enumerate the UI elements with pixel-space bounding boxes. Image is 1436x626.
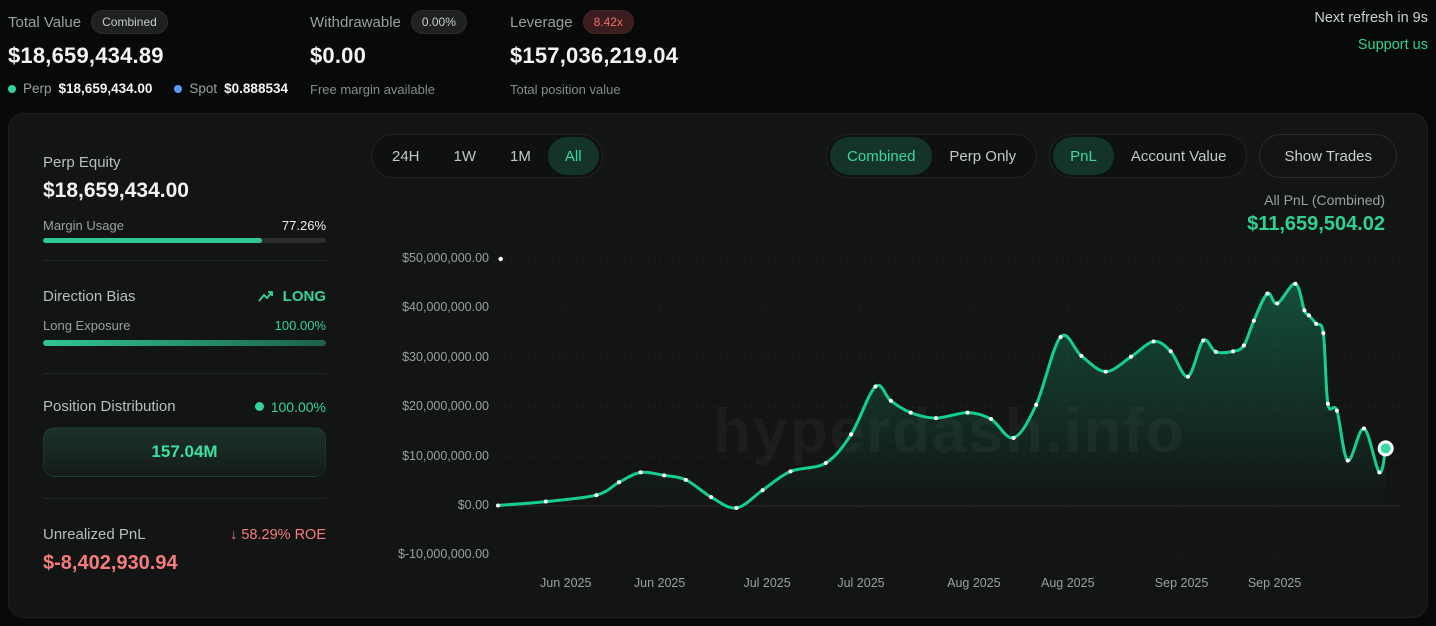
- stats-sidebar: Perp Equity $18,659,434.00 Margin Usage …: [43, 114, 326, 617]
- y-tick-label: $20,000,000.00: [369, 399, 489, 413]
- combined-badge: Combined: [91, 10, 168, 34]
- position-distribution-label: Position Distribution: [43, 398, 176, 415]
- toggle-combined[interactable]: Combined: [830, 137, 932, 175]
- direction-bias-value: LONG: [283, 288, 326, 305]
- x-tick-label: Sep 2025: [1137, 576, 1227, 590]
- leverage-label: Leverage: [510, 14, 573, 31]
- y-tick-label: $-10,000,000.00: [369, 547, 489, 561]
- toggle-pnl[interactable]: PnL: [1053, 137, 1114, 175]
- pnl-summary-label: All PnL (Combined): [1247, 192, 1385, 208]
- x-tick-label: Jul 2025: [816, 576, 906, 590]
- margin-usage-fill: [43, 238, 262, 243]
- spot-label: Spot: [189, 81, 217, 96]
- mode-selector: CombinedPerp Only: [826, 134, 1037, 178]
- long-exposure-bar: [43, 340, 326, 346]
- range-24h[interactable]: 24H: [375, 137, 437, 175]
- leverage-block: Leverage 8.42x $157,036,219.04 Total pos…: [510, 10, 678, 97]
- toggle-account-value[interactable]: Account Value: [1114, 137, 1244, 175]
- withdrawable-value: $0.00: [310, 43, 467, 69]
- divider: [43, 498, 326, 499]
- direction-bias-value-wrap: LONG: [258, 288, 326, 305]
- support-us-link[interactable]: Support us: [1188, 37, 1428, 53]
- margin-usage-label: Margin Usage: [43, 218, 124, 233]
- perp-equity-value: $18,659,434.00: [43, 179, 189, 203]
- dashboard-card: Perp Equity $18,659,434.00 Margin Usage …: [8, 113, 1428, 618]
- long-exposure-fill: [43, 340, 326, 346]
- perp-equity-label: Perp Equity: [43, 154, 189, 171]
- pnl-chart: hyperdash.info $50,000,000.00$40,000,000…: [369, 244, 1429, 599]
- range-1w[interactable]: 1W: [437, 137, 494, 175]
- y-tick-label: $10,000,000.00: [369, 449, 489, 463]
- position-distribution-value-wrap: 100.00%: [255, 399, 326, 415]
- x-tick-label: Jul 2025: [722, 576, 812, 590]
- y-tick-label: $40,000,000.00: [369, 300, 489, 314]
- unrealized-pnl-value: $-8,402,930.94: [43, 552, 178, 575]
- total-value: $18,659,434.89: [8, 43, 288, 69]
- trend-up-icon: [258, 290, 276, 304]
- position-size-box: 157.04M: [43, 427, 326, 477]
- x-tick-label: Jun 2025: [615, 576, 705, 590]
- withdrawable-badge: 0.00%: [411, 10, 467, 34]
- top-header: Total Value Combined $18,659,434.89 Perp…: [0, 0, 1436, 113]
- spot-dot-icon: [174, 85, 182, 93]
- perp-dot-icon: [8, 85, 16, 93]
- pnl-area-chart[interactable]: [369, 244, 1429, 599]
- divider: [43, 373, 326, 374]
- total-value-block: Total Value Combined $18,659,434.89 Perp…: [8, 10, 288, 96]
- position-dot-icon: [255, 402, 264, 411]
- divider: [43, 260, 326, 261]
- refresh-countdown: Next refresh in 9s: [1188, 10, 1428, 26]
- toggle-perp-only[interactable]: Perp Only: [932, 137, 1033, 175]
- range-all[interactable]: All: [548, 137, 599, 175]
- direction-bias-label: Direction Bias: [43, 288, 136, 305]
- withdrawable-sub: Free margin available: [310, 82, 467, 97]
- time-range-selector: 24H1W1MAll: [371, 134, 603, 178]
- margin-usage-bar: [43, 238, 326, 243]
- unrealized-pnl-label: Unrealized PnL: [43, 526, 146, 543]
- y-tick-label: $30,000,000.00: [369, 350, 489, 364]
- leverage-badge: 8.42x: [583, 10, 634, 34]
- x-tick-label: Aug 2025: [1023, 576, 1113, 590]
- pnl-summary-value: $11,659,504.02: [1247, 213, 1385, 236]
- long-exposure-label: Long Exposure: [43, 318, 130, 333]
- pnl-summary: All PnL (Combined) $11,659,504.02: [1247, 192, 1385, 236]
- x-tick-label: Aug 2025: [929, 576, 1019, 590]
- metric-selector: PnLAccount Value: [1049, 134, 1247, 178]
- leverage-sub: Total position value: [510, 82, 678, 97]
- long-exposure-value: 100.00%: [275, 318, 326, 333]
- perp-value: $18,659,434.00: [59, 81, 153, 96]
- unrealized-roe: ↓ 58.29% ROE: [230, 527, 326, 543]
- withdrawable-label: Withdrawable: [310, 14, 401, 31]
- x-tick-label: Jun 2025: [521, 576, 611, 590]
- perp-legend: Perp $18,659,434.00: [8, 81, 152, 96]
- total-value-label: Total Value: [8, 14, 81, 31]
- show-trades-button[interactable]: Show Trades: [1259, 134, 1397, 178]
- x-tick-label: Sep 2025: [1230, 576, 1320, 590]
- y-tick-label: $0.00: [369, 498, 489, 512]
- position-distribution-value: 100.00%: [271, 399, 326, 415]
- withdrawable-block: Withdrawable 0.00% $0.00 Free margin ava…: [310, 10, 467, 97]
- leverage-value: $157,036,219.04: [510, 43, 678, 69]
- spot-legend: Spot $0.888534: [174, 81, 288, 96]
- spot-value: $0.888534: [224, 81, 288, 96]
- margin-usage-value: 77.26%: [282, 218, 326, 233]
- y-tick-label: $50,000,000.00: [369, 251, 489, 265]
- chart-controls: CombinedPerp Only PnLAccount Value Show …: [826, 134, 1397, 178]
- perp-label: Perp: [23, 81, 52, 96]
- range-1m[interactable]: 1M: [493, 137, 548, 175]
